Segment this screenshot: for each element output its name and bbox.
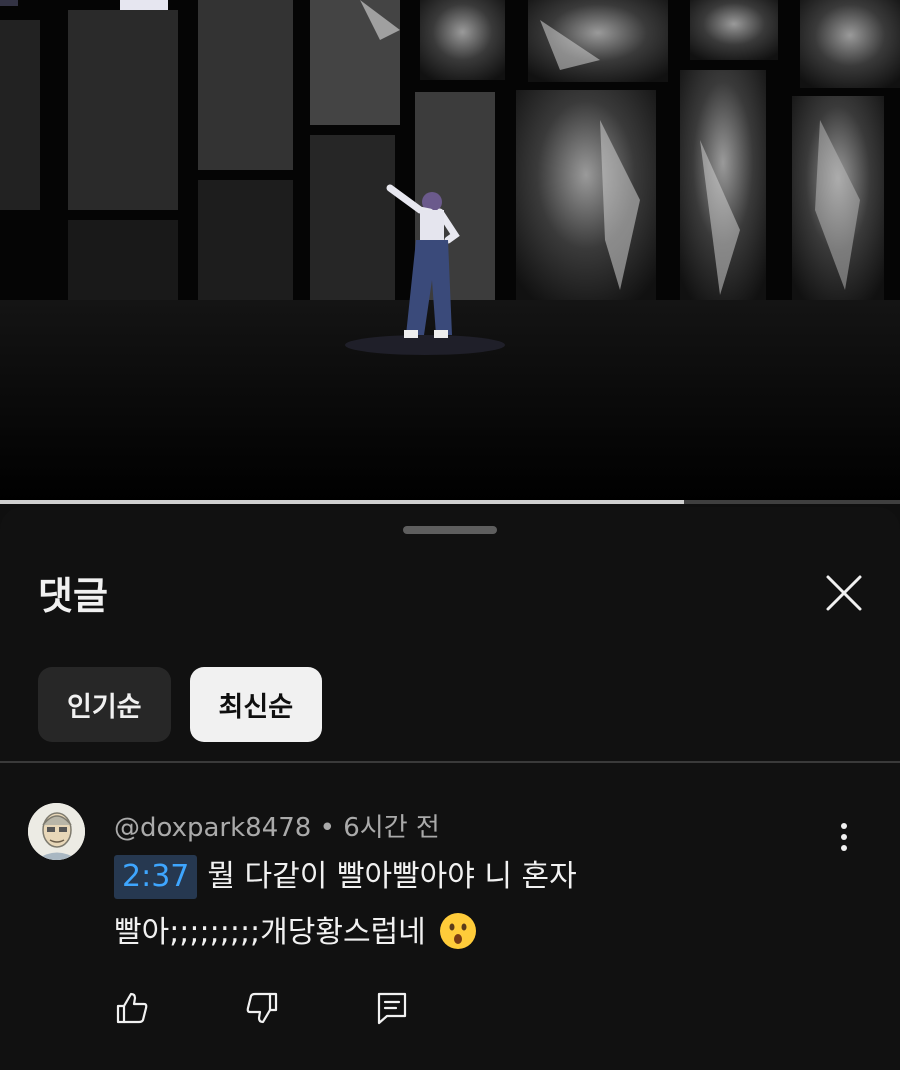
close-icon [826, 575, 862, 611]
like-button[interactable] [108, 984, 156, 1032]
reply-button[interactable] [368, 984, 416, 1032]
video-frame [0, 0, 900, 503]
meta-separator: • [319, 813, 335, 843]
drag-handle[interactable] [403, 526, 497, 534]
comment-time: 6시간 전 [343, 813, 440, 843]
comments-title: 댓글 [38, 574, 108, 618]
video-player[interactable] [0, 0, 900, 503]
comment-text-line2: 빨아;;;;;;;;;개당황스럽네 [114, 915, 426, 950]
close-button[interactable] [818, 567, 870, 619]
comment-meta: @doxpark8478 • 6시간 전 [114, 807, 440, 844]
divider [0, 761, 900, 763]
dislike-button[interactable] [238, 984, 286, 1032]
sort-chip-newest[interactable]: 최신순 [189, 667, 323, 742]
comment-author[interactable]: @doxpark8478 [114, 813, 311, 843]
reply-comment-icon [377, 992, 407, 1025]
comment-actions [108, 984, 498, 1032]
comment-text-line1: 뭘 다같이 빨아빨아야 니 혼자 [207, 859, 577, 894]
sort-chip-popular[interactable]: 인기순 [38, 667, 171, 742]
video-progress-fill [0, 500, 684, 504]
sort-chips: 인기순 최신순 [38, 667, 323, 742]
thumbs-up-icon [116, 992, 148, 1024]
video-progress-bar[interactable] [0, 500, 900, 504]
more-vertical-icon [841, 823, 847, 851]
more-options-button[interactable] [822, 815, 866, 859]
comment-text: 2:37 뭘 다같이 빨아빨아야 니 혼자 빨아;;;;;;;;;개당황스럽네 [114, 849, 794, 961]
comments-panel: 댓글 인기순 최신순 @doxpark8478 • 6시간 전 2:37 뭘 다… [0, 507, 900, 1070]
hushed-face-emoji-icon [440, 913, 477, 949]
avatar[interactable] [28, 803, 85, 860]
thumbs-down-icon [246, 992, 278, 1024]
avatar-image [28, 803, 85, 860]
timestamp-link[interactable]: 2:37 [114, 855, 198, 899]
